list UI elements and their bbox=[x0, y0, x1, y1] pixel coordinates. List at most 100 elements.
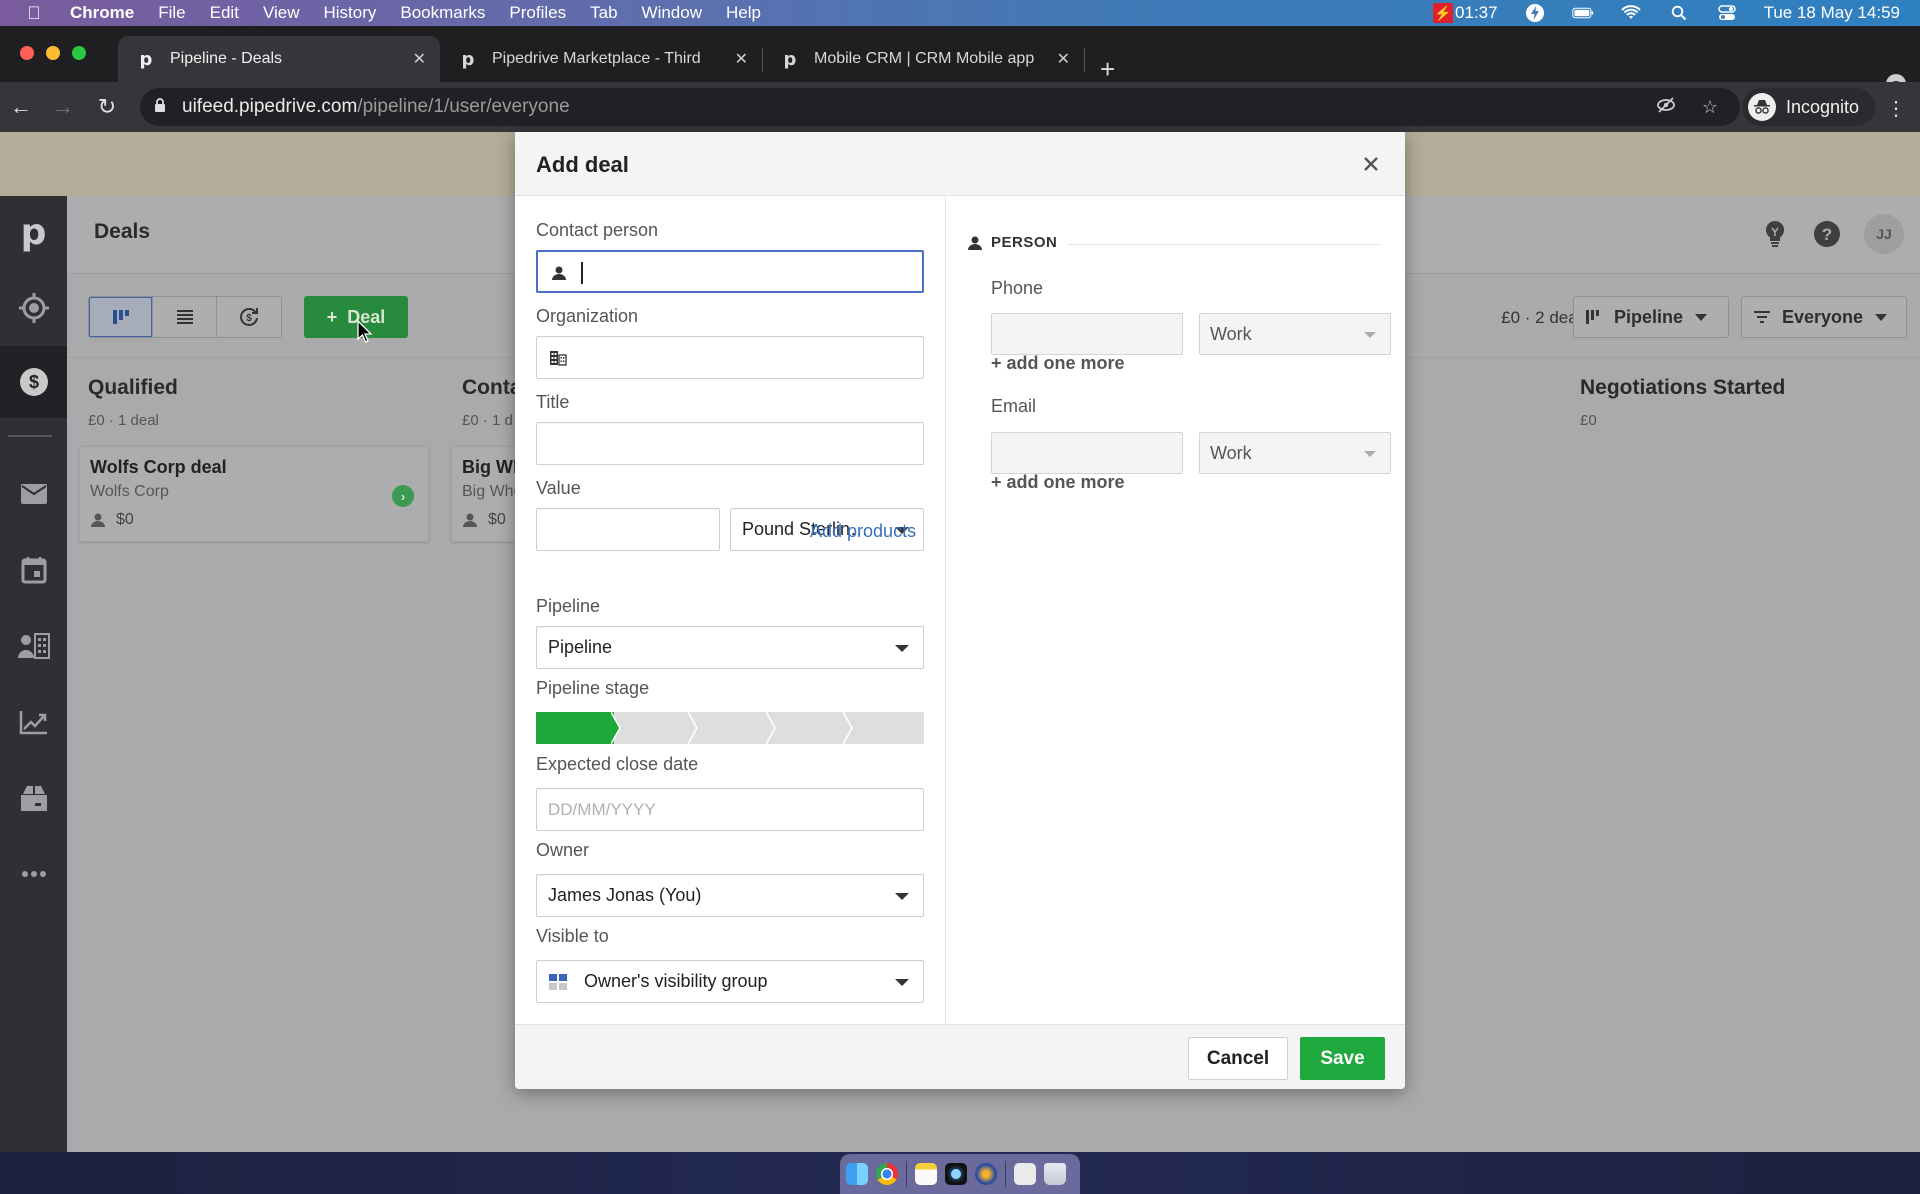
sidebar-item-activities[interactable] bbox=[0, 534, 67, 606]
tracking-protection-icon[interactable] bbox=[1656, 96, 1676, 119]
menubar-clock[interactable]: Tue 18 May 14:59 bbox=[1764, 3, 1900, 23]
phone-type-select[interactable]: Work bbox=[1199, 313, 1391, 355]
chevron-right-icon[interactable]: › bbox=[392, 485, 414, 507]
close-icon[interactable] bbox=[1357, 150, 1385, 178]
deal-card[interactable]: Wolfs Corp deal Wolfs Corp $0 › bbox=[79, 446, 429, 542]
user-avatar[interactable]: JJ bbox=[1864, 214, 1904, 254]
close-tab-icon[interactable]: ✕ bbox=[735, 49, 748, 69]
control-center-icon[interactable] bbox=[1716, 4, 1738, 22]
pipeline-view-button[interactable] bbox=[89, 297, 153, 337]
menu-profiles[interactable]: Profiles bbox=[509, 3, 566, 23]
window-controls bbox=[20, 46, 86, 60]
menu-history[interactable]: History bbox=[323, 3, 376, 23]
menu-edit[interactable]: Edit bbox=[210, 3, 239, 23]
organization-input[interactable] bbox=[536, 336, 924, 379]
minimize-window-button[interactable] bbox=[46, 46, 60, 60]
deal-value: $0 bbox=[488, 511, 506, 528]
pipeline-stage-step[interactable] bbox=[768, 712, 854, 744]
pipeline-selector[interactable]: Pipeline bbox=[1573, 296, 1729, 338]
stage-column: Qualified £0 · 1 deal bbox=[67, 358, 441, 458]
forecast-view-button[interactable]: $ bbox=[217, 297, 281, 337]
visible-to-select[interactable]: Owner's visibility group bbox=[536, 960, 924, 1003]
list-view-button[interactable] bbox=[153, 297, 217, 337]
date-placeholder: DD/MM/YYYY bbox=[548, 800, 656, 819]
pipedrive-logo[interactable]: p bbox=[0, 196, 67, 268]
sidebar-item-products[interactable] bbox=[0, 762, 67, 834]
bookmark-star-icon[interactable]: ☆ bbox=[1702, 97, 1718, 118]
pipeline-select[interactable]: Pipeline bbox=[536, 626, 924, 669]
add-products-link[interactable]: Add products bbox=[810, 521, 916, 542]
lock-icon[interactable] bbox=[154, 98, 170, 116]
add-email-link[interactable]: + add one more bbox=[991, 472, 1125, 493]
wifi-icon[interactable] bbox=[1620, 4, 1642, 22]
reload-button[interactable]: ↻ bbox=[92, 92, 122, 122]
maximize-window-button[interactable] bbox=[72, 46, 86, 60]
email-type-value: Work bbox=[1210, 443, 1252, 463]
owner-select[interactable]: James Jonas (You) bbox=[536, 874, 924, 917]
pipeline-stage-step[interactable] bbox=[691, 712, 776, 744]
incognito-profile-button[interactable]: Incognito bbox=[1742, 88, 1876, 126]
email-input[interactable] bbox=[991, 432, 1183, 474]
pipeline-stage-step[interactable] bbox=[536, 712, 621, 744]
menu-window[interactable]: Window bbox=[642, 3, 702, 23]
sidebar-item-contacts[interactable] bbox=[0, 610, 67, 682]
add-phone-link[interactable]: + add one more bbox=[991, 353, 1125, 374]
bolt-app-icon[interactable] bbox=[1524, 4, 1546, 22]
address-bar[interactable]: uifeed.pipedrive.com/pipeline/1/user/eve… bbox=[140, 88, 1740, 126]
lightbulb-icon[interactable] bbox=[1760, 219, 1790, 249]
chrome-icon[interactable] bbox=[876, 1163, 898, 1185]
quicktime-icon[interactable] bbox=[945, 1163, 967, 1185]
browser-tab-mobile-crm[interactable]: p Mobile CRM | CRM Mobile app ✕ bbox=[762, 36, 1084, 82]
tab-title: Mobile CRM | CRM Mobile app bbox=[814, 50, 1035, 67]
sidebar-item-leads[interactable] bbox=[0, 272, 67, 344]
cancel-button[interactable]: Cancel bbox=[1188, 1037, 1288, 1080]
finder-icon[interactable] bbox=[846, 1163, 868, 1185]
new-tab-button[interactable]: + bbox=[1100, 56, 1115, 82]
add-deal-button[interactable]: + Deal bbox=[304, 296, 408, 338]
save-button[interactable]: Save bbox=[1300, 1037, 1385, 1080]
sidebar-item-deals[interactable]: $ bbox=[0, 346, 67, 418]
phone-input[interactable] bbox=[991, 313, 1183, 355]
battery-icon[interactable] bbox=[1571, 4, 1594, 22]
modal-footer: Cancel Save bbox=[515, 1024, 1405, 1089]
menu-app-name[interactable]: Chrome bbox=[70, 3, 134, 23]
organization-label: Organization bbox=[536, 306, 639, 326]
apple-icon[interactable]:  bbox=[20, 3, 48, 24]
section-divider bbox=[1068, 244, 1381, 245]
close-tab-icon[interactable]: ✕ bbox=[413, 49, 426, 69]
close-tab-icon[interactable]: ✕ bbox=[1057, 49, 1070, 69]
spotlight-search-icon[interactable] bbox=[1668, 4, 1690, 22]
bolt-app-icon[interactable] bbox=[975, 1163, 997, 1185]
back-button[interactable]: ← bbox=[6, 92, 36, 122]
sidebar-item-more[interactable] bbox=[0, 838, 67, 910]
pipeline-stage-step[interactable] bbox=[613, 712, 699, 744]
menu-tab[interactable]: Tab bbox=[590, 3, 617, 23]
owner-filter[interactable]: Everyone bbox=[1741, 296, 1907, 338]
deal-card[interactable]: Big Wh Big Whe $0 bbox=[451, 446, 524, 542]
logo-letter: p bbox=[20, 211, 47, 253]
menu-help[interactable]: Help bbox=[726, 3, 761, 23]
menu-view[interactable]: View bbox=[263, 3, 300, 23]
sidebar-item-mail[interactable] bbox=[0, 458, 67, 530]
visible-to-label: Visible to bbox=[536, 926, 609, 946]
browser-tab-marketplace[interactable]: p Pipedrive Marketplace - Third ✕ bbox=[440, 36, 762, 82]
contact-person-input[interactable] bbox=[536, 250, 924, 293]
notes-icon[interactable] bbox=[915, 1163, 937, 1185]
close-window-button[interactable] bbox=[20, 46, 34, 60]
documents-stack-icon[interactable] bbox=[1014, 1163, 1036, 1185]
add-deal-modal: Add deal Contact person Organization Tit… bbox=[515, 132, 1405, 1089]
screen-recorder-status[interactable]: ⚡ 01:37 bbox=[1433, 3, 1498, 23]
sidebar-item-insights[interactable] bbox=[0, 686, 67, 758]
menu-bookmarks[interactable]: Bookmarks bbox=[400, 3, 485, 23]
forward-button[interactable]: → bbox=[48, 92, 78, 122]
help-icon[interactable]: ? bbox=[1812, 219, 1842, 249]
value-amount-input[interactable] bbox=[536, 508, 720, 551]
menu-file[interactable]: File bbox=[158, 3, 185, 23]
trash-icon[interactable] bbox=[1044, 1163, 1066, 1185]
pipeline-stage-step[interactable] bbox=[846, 712, 924, 744]
browser-tab-pipeline-deals[interactable]: p Pipeline - Deals ✕ bbox=[118, 36, 440, 82]
chrome-menu-icon[interactable]: ⋮ bbox=[1886, 96, 1906, 121]
expected-close-date-input[interactable]: DD/MM/YYYY bbox=[536, 788, 924, 831]
email-type-select[interactable]: Work bbox=[1199, 432, 1391, 474]
title-input[interactable] bbox=[536, 422, 924, 465]
